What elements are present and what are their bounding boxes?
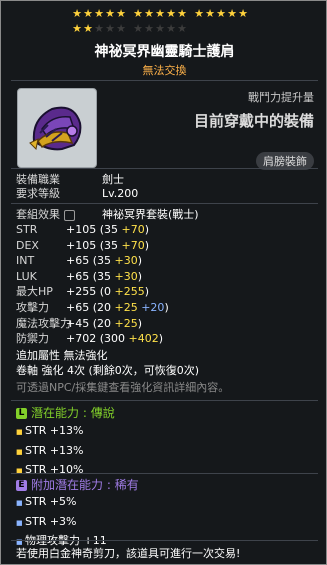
divider: [11, 400, 318, 401]
additional-potential-header: E 附加潛在能力 : 稀有: [16, 478, 139, 492]
divider: [11, 203, 318, 204]
set-effect-label: 套組效果: [16, 208, 75, 222]
bullet-icon: ■: [16, 518, 23, 527]
stat-bonus: +25: [114, 301, 138, 314]
star-icon: ★: [116, 22, 126, 35]
potential-line: ■ STR +5%: [16, 495, 77, 509]
stat-bonus: +255: [114, 285, 145, 299]
stat-total: +45 (20: [66, 316, 115, 330]
divider: [11, 473, 318, 474]
helmet-shoulder-icon: [17, 88, 97, 168]
item-name: 神祕冥界幽靈騎士護肩: [94, 44, 235, 60]
stat-name: INT: [16, 254, 35, 268]
set-effect-value: 神祕冥界套裝(戰士): [102, 208, 199, 221]
potential-line: ■ STR +3%: [16, 515, 77, 529]
stat-total: +105 (35: [66, 238, 122, 252]
stat-total: +105 (35: [66, 223, 122, 236]
divider: [11, 540, 318, 541]
potential-line: ■ STR +13%: [16, 424, 84, 438]
stat-name: DEX: [16, 238, 39, 252]
footer-note: 若使用白金神奇剪刀，該道具可進行一次交易!: [16, 547, 241, 560]
stat-bonus: +30: [114, 254, 138, 268]
stat-name: STR: [16, 223, 38, 236]
stat-value: +45 (20 +25): [66, 316, 143, 330]
rare-grade-icon: E: [16, 480, 27, 491]
stat-bonus: +402: [128, 332, 159, 346]
potential-text: STR +3%: [25, 514, 77, 528]
stat-name: 防禦力: [16, 332, 49, 346]
job-label: 裝備職業: [16, 173, 60, 186]
star-force-row-1: ★ ★ ★ ★ ★ ★ ★ ★ ★ ★ ★ ★ ★ ★ ★: [1, 8, 327, 20]
legendary-grade-icon: L: [16, 408, 27, 419]
stat-value: +65 (20 +25 +20): [66, 301, 169, 314]
extra-attr-label: 追加屬性 無法強化: [16, 349, 108, 362]
stat-value: +255 (0 +255): [66, 285, 150, 299]
potential-header: L 潛在能力 : 傳說: [16, 406, 115, 420]
potential-text: STR +13%: [25, 443, 84, 457]
stat-bonus: +25: [114, 316, 138, 330]
stat-name: 魔法攻擊力: [16, 316, 71, 330]
stat-bonus-enhance: +20: [137, 301, 165, 314]
stat-value: +702 (300 +402): [66, 332, 164, 346]
bullet-icon: ■: [16, 499, 23, 507]
star-icon: ★: [177, 7, 187, 20]
stat-value: +105 (35 +70): [66, 238, 150, 252]
divider: [11, 168, 318, 169]
stat-bonus: +70: [121, 223, 145, 236]
stat-value: +65 (35 +30): [66, 269, 143, 283]
stat-total: +65 (35: [66, 269, 115, 283]
stat-bonus: +30: [114, 269, 138, 283]
stat-total: +255 (0: [66, 285, 115, 299]
stat-name: LUK: [16, 269, 37, 283]
trade-status: 無法交換: [142, 64, 187, 77]
potential-text: STR +5%: [25, 495, 77, 508]
stat-value: +65 (35 +30): [66, 254, 143, 268]
potential-text: STR +10%: [25, 463, 84, 476]
equipped-status: 目前穿戴中的裝備: [193, 112, 314, 130]
stat-name: 最大HP: [16, 285, 53, 299]
job-value: 劍士: [102, 173, 124, 186]
stat-total: +65 (20: [66, 301, 115, 314]
lock-icon: [63, 209, 75, 221]
potential-line: ■ STR +13%: [16, 444, 84, 458]
system-note: 可透過NPC/採集鍵查看強化資訊詳細內容。: [16, 381, 230, 394]
bullet-icon: ■: [16, 467, 23, 475]
level-label: 要求等級: [16, 187, 60, 200]
stat-total: +702 (300: [66, 332, 129, 346]
scroll-label: 卷軸 強化 4次 (剩餘0次，可恢復0次): [16, 364, 200, 377]
item-tooltip: ★ ★ ★ ★ ★ ★ ★ ★ ★ ★ ★ ★ ★ ★ ★ ★ ★ ★ ★ ★ ★ ★ ★ ★ ★ 神祕冥界幽靈騎士護肩 無法…: [0, 0, 327, 565]
star-force-row-2: ★ ★ ★ ★ ★ ★ ★ ★ ★ ★: [1, 23, 327, 35]
stat-name: 攻擊力: [16, 301, 49, 314]
star-icon: ★: [177, 22, 187, 35]
divider: [11, 80, 318, 81]
bullet-icon: ■: [16, 428, 23, 436]
star-icon: ★: [238, 7, 248, 20]
level-value: Lv.200: [102, 187, 139, 200]
star-icon: ★: [116, 7, 126, 20]
stat-total: +65 (35: [66, 254, 115, 268]
stat-value: +105 (35 +70): [66, 223, 150, 236]
power-increase-label: 戰鬥力提升量: [248, 91, 314, 104]
stat-bonus: +70: [121, 238, 145, 252]
potential-line: ■ STR +10%: [16, 463, 84, 477]
bullet-icon: ■: [16, 447, 23, 456]
potential-text: STR +13%: [25, 424, 84, 437]
